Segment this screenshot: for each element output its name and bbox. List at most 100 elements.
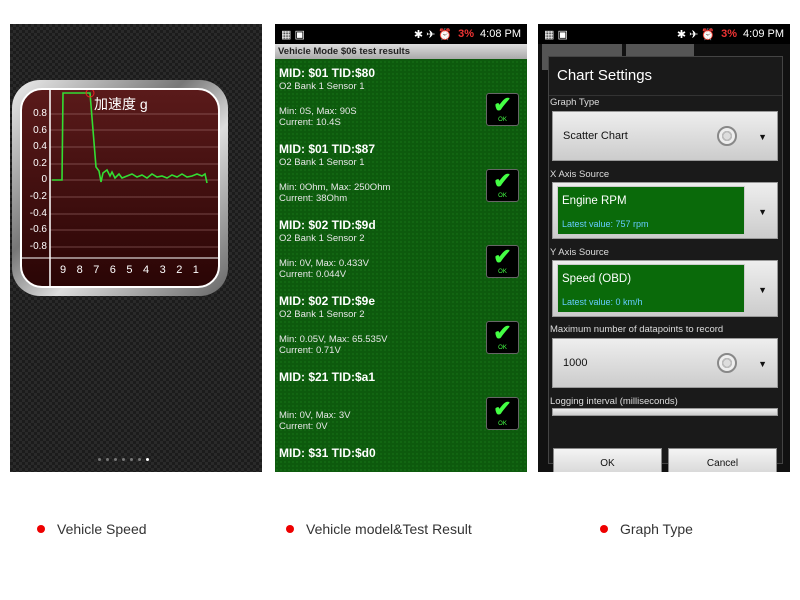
acceleration-chart [22, 90, 218, 286]
status-bar: ▦ ▣ ✱ ✈ ⏰ 3% 4:09 PM [538, 24, 790, 44]
caption-vehicle-speed: Vehicle Speed [37, 521, 147, 537]
test-results-screen: ▦ ▣ ✱ ✈ ⏰ 3% 4:08 PM Vehicle Mode $06 test … [275, 24, 527, 472]
logging-interval-spinner[interactable] [552, 408, 778, 416]
ok-label: OK [498, 421, 507, 427]
screen-title: Vehicle Mode $06 test results [275, 44, 527, 59]
ok-button[interactable]: OK [553, 448, 662, 472]
ok-status-button[interactable]: ✔ OK [486, 397, 519, 430]
dropdown-arrow-icon: ▼ [758, 359, 767, 369]
min-max: Min: 0V, Max: 3V Current: 0V [279, 410, 351, 432]
y-tick-label: -0.4 [29, 207, 47, 219]
ok-status-button[interactable]: ✔ OK [486, 169, 519, 202]
x-tick-label: 9 [60, 264, 67, 276]
y-axis-value: Speed (OBD) [562, 273, 632, 285]
checkmark-icon: ✔ [493, 92, 512, 117]
x-axis-latest: Latest value: 757 rpm [562, 219, 649, 229]
y-tick-label: 0.8 [33, 108, 47, 119]
ok-label: OK [498, 345, 507, 351]
ok-status-button[interactable]: ✔ OK [486, 321, 519, 354]
chart-settings-screen: ▦ ▣ ✱ ✈ ⏰ 3% 4:09 PM Chart Settings Graph T… [538, 24, 790, 472]
y-tick-label: -0.8 [29, 240, 47, 252]
caption-text: Graph Type [620, 521, 693, 537]
dialog-title: Chart Settings [557, 67, 653, 84]
checkmark-icon: ✔ [493, 244, 512, 269]
page-dot[interactable] [138, 458, 141, 461]
page-dot[interactable] [146, 458, 149, 461]
mid-tid: MID: $31 TID:$d0 [279, 446, 376, 460]
test-result-row: MID: $21 TID:$a1 Min: 0V, Max: 3V Current:… [275, 370, 527, 446]
x-axis-source-spinner[interactable]: Engine RPM Latest value: 757 rpm ▼ [552, 182, 778, 239]
mid-tid: MID: $01 TID:$80 [279, 66, 376, 80]
x-tick-label: 5 [126, 264, 133, 276]
x-tick-label: 7 [93, 264, 100, 276]
y-tick-label: -0.2 [29, 191, 47, 202]
gauge-screen: 加速度 g 0.8 0.6 0.4 0.2 0 -0.2 -0.4 -0.6 -0.8 9876… [10, 24, 262, 472]
dropdown-arrow-icon: ▼ [758, 285, 767, 295]
max-datapoints-label: Maximum number of datapoints to record [550, 324, 724, 335]
page-dot[interactable] [130, 458, 133, 461]
x-tick-label: 2 [176, 264, 183, 276]
page-dot[interactable] [122, 458, 125, 461]
sensor-name: O2 Bank 1 Sensor 1 [279, 81, 365, 92]
radio-icon [717, 126, 737, 146]
ok-label: OK [498, 269, 507, 275]
mid-tid: MID: $01 TID:$87 [279, 142, 376, 156]
cancel-button[interactable]: Cancel [668, 448, 777, 472]
mid-tid: MID: $02 TID:$9d [279, 218, 376, 232]
x-tick-label: 6 [109, 264, 116, 276]
test-result-row: MID: $01 TID:$80 O2 Bank 1 Sensor 1 Min: 0… [275, 66, 527, 142]
gauge-title: 加速度 g [94, 96, 148, 112]
graph-type-label: Graph Type [550, 97, 600, 108]
radio-icon [717, 353, 737, 373]
ok-status-button[interactable]: ✔ OK [486, 93, 519, 126]
checkmark-icon: ✔ [493, 320, 512, 345]
max-datapoints-spinner[interactable]: 1000 ▼ [552, 338, 778, 388]
test-result-row: MID: $01 TID:$87 O2 Bank 1 Sensor 1 Min: 0… [275, 142, 527, 218]
x-tick-label: 8 [76, 264, 83, 276]
bullet-icon [286, 525, 294, 533]
page-dot[interactable] [98, 458, 101, 461]
ok-label: OK [498, 117, 507, 123]
test-result-row: MID: $02 TID:$9e O2 Bank 1 Sensor 2 Min: 0… [275, 294, 527, 370]
caption-text: Vehicle model&Test Result [306, 521, 472, 537]
graph-type-spinner[interactable]: Scatter Chart ▼ [552, 111, 778, 161]
max-datapoints-value: 1000 [563, 357, 588, 369]
x-tick-label: 4 [143, 264, 150, 276]
y-tick-label: 0.4 [33, 141, 47, 153]
x-tick-label: 1 [192, 264, 199, 276]
y-tick-label: 0 [41, 174, 47, 186]
page-dot[interactable] [114, 458, 117, 461]
test-result-row: MID: $31 TID:$d0 [275, 446, 527, 472]
y-axis-source-label: Y Axis Source [550, 247, 609, 258]
checkmark-icon: ✔ [493, 168, 512, 193]
y-tick-label: 0.2 [33, 157, 47, 169]
test-result-row: MID: $02 TID:$9d O2 Bank 1 Sensor 2 Min: 0… [275, 218, 527, 294]
page-dot[interactable] [106, 458, 109, 461]
min-max: Min: 0V, Max: 0.433V Current: 0.044V [279, 258, 369, 280]
page-indicator[interactable] [98, 458, 149, 461]
caption-test-result: Vehicle model&Test Result [286, 521, 472, 537]
mid-tid: MID: $21 TID:$a1 [279, 370, 376, 384]
sensor-name: O2 Bank 1 Sensor 2 [279, 233, 365, 244]
x-axis-source-label: X Axis Source [550, 169, 610, 180]
dropdown-arrow-icon: ▼ [758, 207, 767, 217]
x-tick-label: 3 [159, 264, 166, 276]
min-max: Min: 0Ohm, Max: 250Ohm Current: 38Ohm [279, 182, 391, 204]
y-axis-source-spinner[interactable]: Speed (OBD) Latest value: 0 km/h ▼ [552, 260, 778, 317]
y-tick-label: -0.6 [29, 224, 47, 236]
gauge-bezel: 加速度 g 0.8 0.6 0.4 0.2 0 -0.2 -0.4 -0.6 -0.8 9876… [12, 80, 228, 296]
status-bar: ▦ ▣ ✱ ✈ ⏰ 3% 4:08 PM [275, 24, 527, 44]
bullet-icon [600, 525, 608, 533]
x-axis-value: Engine RPM [562, 195, 627, 207]
dropdown-arrow-icon: ▼ [758, 132, 767, 142]
checkmark-icon: ✔ [493, 396, 512, 421]
mid-tid: MID: $02 TID:$9e [279, 294, 376, 308]
min-max: Min: 0S, Max: 90S Current: 10.4S [279, 106, 357, 128]
ok-label: OK [498, 193, 507, 199]
ok-status-button[interactable]: ✔ OK [486, 245, 519, 278]
bullet-icon [37, 525, 45, 533]
min-max: Min: 0.05V, Max: 65.535V Current: 0.71V [279, 334, 388, 356]
caption-text: Vehicle Speed [57, 521, 147, 537]
caption-graph-type: Graph Type [600, 521, 693, 537]
y-axis-latest: Latest value: 0 km/h [562, 297, 643, 307]
